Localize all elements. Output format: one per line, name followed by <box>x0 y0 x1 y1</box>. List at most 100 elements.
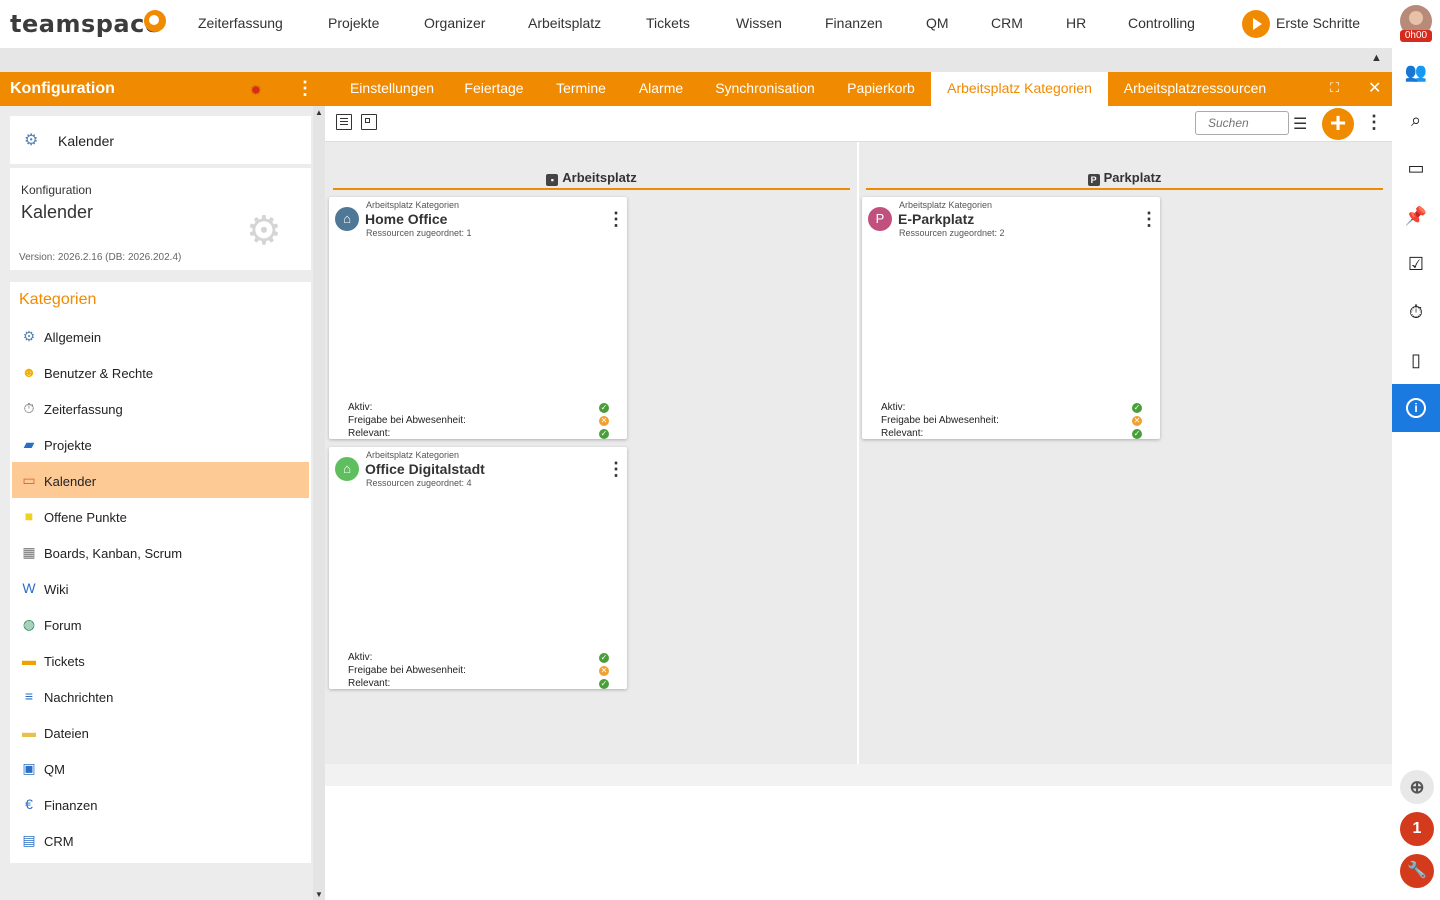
cross-icon: ✕ <box>1132 416 1142 426</box>
scroll-down-icon[interactable]: ▼ <box>315 890 323 899</box>
mobile-icon[interactable]: ▯ <box>1404 348 1428 372</box>
category-label: Allgemein <box>44 330 102 345</box>
card-attribute-label: Aktiv: <box>881 402 906 413</box>
parking-icon: P <box>868 207 892 231</box>
card-menu-icon[interactable]: ⋮ <box>1140 209 1158 230</box>
tab-bar: Einstellungen Feiertage Termine Alarme S… <box>325 72 1392 106</box>
tab-papierkorb[interactable]: Papierkorb <box>837 72 925 106</box>
column-header-parkplatz: P Parkplatz <box>866 170 1383 190</box>
card-attribute-label: Aktiv: <box>348 652 373 663</box>
nav-projekte[interactable]: Projekte <box>328 15 379 31</box>
category-label: Projekte <box>44 438 92 453</box>
category-item[interactable]: ▭ Kalender <box>12 462 309 498</box>
crm-icon: ▤ <box>22 832 36 848</box>
check-icon: ✓ <box>599 653 609 663</box>
nav-wissen[interactable]: Wissen <box>736 15 782 31</box>
tab-arbeitsplatzressourcen[interactable]: Arbeitsplatzressourcen <box>1115 72 1275 106</box>
categories-header: Kategorien <box>10 282 311 318</box>
grid-view-icon[interactable] <box>361 114 377 130</box>
category-item[interactable]: ☻ Benutzer & Rechte <box>12 354 309 390</box>
category-item[interactable]: ▰ Projekte <box>12 426 309 462</box>
nav-tickets[interactable]: Tickets <box>646 15 690 31</box>
categories-title: Kategorien <box>19 291 97 308</box>
top-navigation: teamspace Zeiterfassung Projekte Organiz… <box>0 0 1440 48</box>
category-item[interactable]: ■ Offene Punkte <box>12 498 309 534</box>
category-item[interactable]: ▬ Dateien <box>12 714 309 750</box>
tab-alarme[interactable]: Alarme <box>629 72 693 106</box>
logo-mark-icon <box>144 10 166 32</box>
nav-zeiterfassung[interactable]: Zeiterfassung <box>198 15 283 31</box>
category-label: QM <box>44 762 65 777</box>
card-subtitle: Arbeitsplatz Kategorien <box>366 450 460 460</box>
nav-finanzen[interactable]: Finanzen <box>825 15 883 31</box>
card-menu-icon[interactable]: ⋮ <box>607 459 625 480</box>
cross-icon: ✕ <box>599 666 609 676</box>
current-module-panel[interactable]: ⚙ Kalender <box>10 116 311 164</box>
category-card[interactable]: ⌂ Arbeitsplatz Kategorien Office Digitalst… <box>329 447 627 689</box>
toolbar-menu-icon[interactable]: ⋮ <box>1365 112 1383 133</box>
folder-icon: ▰ <box>23 436 35 452</box>
close-icon[interactable]: ✕ <box>1368 78 1381 98</box>
nav-hr[interactable]: HR <box>1066 15 1086 31</box>
category-card[interactable]: ⌂ Arbeitsplatz Kategorien Home Office Resso… <box>329 197 627 439</box>
notification-badge[interactable]: 1 <box>1400 812 1434 846</box>
add-button[interactable]: + <box>1322 108 1354 140</box>
pin-icon[interactable]: 📌 <box>1404 204 1428 228</box>
info-button[interactable]: i <box>1392 384 1440 432</box>
card-attribute-label: Aktiv: <box>348 402 373 413</box>
tab-synchronisation[interactable]: Synchronisation <box>705 72 825 106</box>
nav-controlling[interactable]: Controlling <box>1128 15 1195 31</box>
category-item[interactable]: ≡ Nachrichten <box>12 678 309 714</box>
gears-icon: ⚙ <box>24 132 39 149</box>
list-view-icon[interactable] <box>336 114 352 130</box>
search-icon[interactable]: ⌕ <box>1404 108 1428 132</box>
category-item[interactable]: € Finanzen <box>12 786 309 822</box>
card-attribute-label: Relevant: <box>348 428 391 439</box>
logo[interactable]: teamspace <box>10 10 162 38</box>
category-item[interactable]: W Wiki <box>12 570 309 606</box>
module-info-label: Konfiguration <box>21 183 92 197</box>
tab-arbeitsplatz-kategorien[interactable]: Arbeitsplatz Kategorien <box>931 72 1108 106</box>
sidebar-scrollbar[interactable] <box>313 106 325 900</box>
card-menu-icon[interactable]: ⋮ <box>607 209 625 230</box>
category-card[interactable]: P Arbeitsplatz Kategorien E-Parkplatz Resso… <box>862 197 1160 439</box>
search-input[interactable] <box>1195 111 1289 135</box>
tab-termine[interactable]: Termine <box>547 72 615 106</box>
nav-arbeitsplatz[interactable]: Arbeitsplatz <box>528 15 601 31</box>
category-item[interactable]: ⚙ Allgemein <box>12 318 309 354</box>
current-module-label: Kalender <box>58 133 115 149</box>
category-item[interactable]: ⏱ Zeiterfassung <box>12 390 309 426</box>
desk-icon: ▪ <box>546 174 559 186</box>
stopwatch-icon: ⏱ <box>23 400 35 416</box>
category-item[interactable]: ▤ CRM <box>12 822 309 858</box>
sidebar-menu-icon[interactable]: ⋮ <box>296 78 314 99</box>
messages-icon: ≡ <box>24 688 34 704</box>
category-label: Offene Punkte <box>44 510 127 525</box>
toolbar: ☰ + ⋮ <box>325 106 1392 142</box>
card-title: Home Office <box>365 211 448 227</box>
tab-feiertage[interactable]: Feiertage <box>455 72 533 106</box>
first-steps-label: Erste Schritte <box>1276 15 1361 31</box>
category-item[interactable]: ▦ Boards, Kanban, Scrum <box>12 534 309 570</box>
category-item[interactable]: ▬ Tickets <box>12 642 309 678</box>
add-circle-button[interactable]: ⊕ <box>1400 770 1434 804</box>
nav-crm[interactable]: CRM <box>991 15 1023 31</box>
contacts-icon[interactable]: 👥 <box>1404 60 1428 84</box>
tab-einstellungen[interactable]: Einstellungen <box>339 72 445 106</box>
tasks-icon[interactable]: ☑ <box>1404 252 1428 276</box>
expand-icon[interactable]: ⛶ <box>1330 80 1339 96</box>
inbox-icon[interactable]: ▭ <box>1404 156 1428 180</box>
gear-icon[interactable]: ✹ <box>250 82 262 99</box>
board-footer <box>325 764 1392 786</box>
category-item[interactable]: ◍ Forum <box>12 606 309 642</box>
stopwatch-icon[interactable]: ⏱ <box>1404 300 1428 324</box>
wrench-icon[interactable]: 🔧 <box>1400 854 1434 888</box>
nav-qm[interactable]: QM <box>926 15 949 31</box>
filter-icon[interactable]: ☰ <box>1293 114 1307 134</box>
scroll-up-icon[interactable]: ▲ <box>315 108 323 117</box>
module-info-title: Kalender <box>21 202 94 222</box>
nav-organizer[interactable]: Organizer <box>424 15 485 31</box>
category-item[interactable]: ▣ QM <box>12 750 309 786</box>
collapse-up-icon[interactable]: ▲ <box>1371 52 1382 64</box>
timer-badge[interactable]: 0h00 <box>1400 30 1432 42</box>
